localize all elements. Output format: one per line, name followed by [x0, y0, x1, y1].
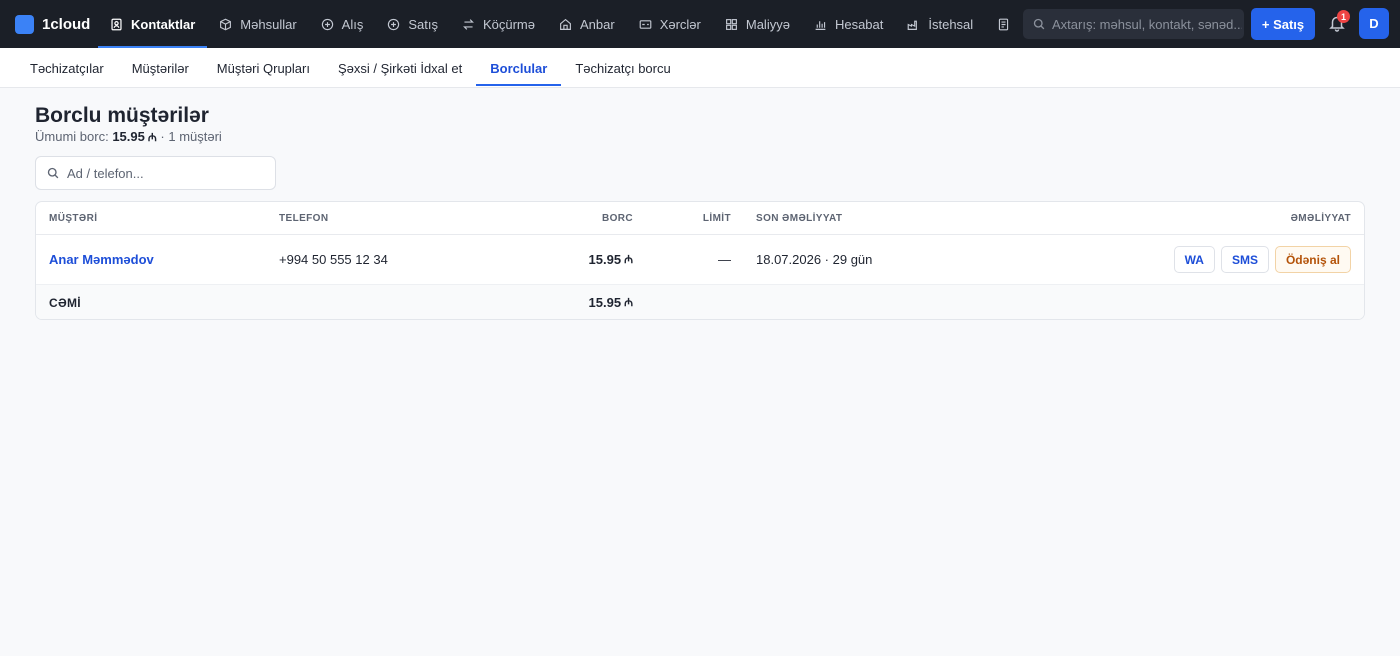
nav-item-maliyye[interactable]: Maliyyə [713, 0, 802, 48]
warehouse-icon [559, 18, 572, 31]
nav-item-alis[interactable]: Alış [309, 0, 376, 48]
expense-icon [639, 18, 652, 31]
debtor-search-input[interactable] [67, 165, 267, 181]
nav-label: Alış [341, 16, 364, 32]
user-avatar[interactable]: D [1359, 8, 1389, 39]
nav-label: Hesabat [834, 16, 884, 32]
nav-label: Köçürmə [482, 16, 535, 32]
factory-icon [907, 18, 920, 31]
app-logo [15, 14, 34, 34]
row-actions: WA SMS Ödəniş al [1168, 235, 1351, 284]
currency-symbol: ₼ [147, 132, 157, 144]
contacts-icon [110, 18, 123, 31]
box-icon [219, 18, 232, 31]
grid-icon [725, 18, 738, 31]
nav-label: Məhsullar [240, 16, 297, 32]
nav-item-satis[interactable]: Satış [375, 0, 450, 48]
tab-techizatci-borcu[interactable]: Təchizatçı borcu [561, 50, 684, 86]
tab-techizatcilar[interactable]: Təchizatçılar [16, 50, 118, 86]
debtor-filter[interactable] [35, 156, 276, 190]
nav-label: Satış [408, 16, 438, 32]
tab-borclular[interactable]: Borclular [476, 50, 562, 86]
sms-button[interactable]: SMS [1220, 246, 1269, 273]
nav-item-anbar[interactable]: Anbar [547, 0, 627, 48]
plus-circle-icon [387, 18, 400, 31]
nav-item-xercler[interactable]: Xərclər [627, 0, 713, 48]
nav-label: Anbar [579, 16, 615, 32]
page-summary: Ümumi borc: 15.95 ₼ · 1 müştəri [35, 129, 222, 145]
tab-musteri-qruplari[interactable]: Müştəri Qrupları [203, 50, 324, 86]
nav-label: Kontaktlar [131, 16, 196, 32]
table-header: MÜŞTƏRİ TELEFON BORC LİMİT SON ƏMƏLİYYAT… [36, 202, 1364, 235]
nav-item-istehsal[interactable]: İstehsal [895, 0, 985, 48]
nav-item-mehsullar[interactable]: Məhsullar [207, 0, 308, 48]
total-debt-label: Ümumi borc: [35, 129, 109, 144]
nav-item-kontaktlar[interactable]: Kontaktlar [98, 0, 208, 48]
nav-label: İstehsal [928, 16, 974, 32]
tab-musteriler[interactable]: Müştərilər [118, 50, 203, 86]
search-icon [1033, 18, 1045, 30]
plus-circle-icon [321, 18, 334, 31]
global-search-input[interactable] [1052, 16, 1242, 32]
last-operation: 18.07.2026 · 29 gün [756, 252, 873, 267]
search-icon [47, 167, 59, 179]
whatsapp-button[interactable]: WA [1173, 246, 1215, 273]
currency-symbol: ₼ [624, 254, 633, 266]
document-icon [997, 18, 1010, 31]
nav-item-kocurme[interactable]: Köçürmə [450, 0, 547, 48]
transfer-icon [462, 18, 475, 31]
nav-item-hesabat[interactable]: Hesabat [802, 0, 895, 48]
total-label: CƏMİ [49, 295, 81, 310]
tab-idxal[interactable]: Şəxsi / Şirkəti İdxal et [324, 50, 476, 86]
currency-symbol: ₼ [624, 297, 633, 309]
col-customer: MÜŞTƏRİ [49, 212, 98, 224]
debtors-table: MÜŞTƏRİ TELEFON BORC LİMİT SON ƏMƏLİYYAT… [35, 201, 1365, 320]
credit-limit: — [718, 252, 731, 267]
total-debt: 15.95 [588, 295, 622, 310]
sub-nav: Təchizatçılar Müştərilər Müştəri Qruplar… [0, 48, 1400, 88]
col-limit: LİMİT [702, 212, 731, 224]
total-debt-amount: 15.95 [112, 129, 145, 144]
customer-count: · 1 müştəri [160, 129, 222, 144]
brand[interactable]: 1cloud [15, 13, 90, 35]
global-search[interactable] [1023, 9, 1244, 39]
main-nav: Kontaktlar Məhsullar Alış Satış Köçürmə [98, 0, 1030, 48]
receive-payment-button[interactable]: Ödəniş al [1274, 246, 1351, 273]
col-phone: TELEFON [279, 212, 329, 224]
top-bar: 1cloud Kontaktlar Məhsullar Alış Satış K… [0, 0, 1400, 48]
debt-amount: 15.95 [588, 252, 622, 267]
customer-phone: +994 50 555 12 34 [279, 252, 388, 267]
table-total-row: CƏMİ 15.95 ₼ [36, 285, 1364, 319]
new-sale-button[interactable]: + Satış [1251, 8, 1315, 40]
col-last-operation: SON ƏMƏLİYYAT [756, 212, 843, 224]
bar-chart-icon [814, 18, 827, 31]
col-action: ƏMƏLİYYAT [1290, 212, 1351, 224]
customer-name-link[interactable]: Anar Məmmədov [49, 252, 154, 267]
app-name: 1cloud [42, 15, 91, 33]
nav-label: Maliyyə [745, 16, 790, 32]
page-title: Borclu müştərilər [35, 104, 209, 127]
nav-label: Xərclər [659, 16, 701, 32]
notification-badge: 1 [1337, 10, 1350, 23]
table-row: Anar Məmmədov +994 50 555 12 34 15.95 ₼ —… [36, 235, 1364, 285]
col-debt: BORC [601, 212, 633, 224]
